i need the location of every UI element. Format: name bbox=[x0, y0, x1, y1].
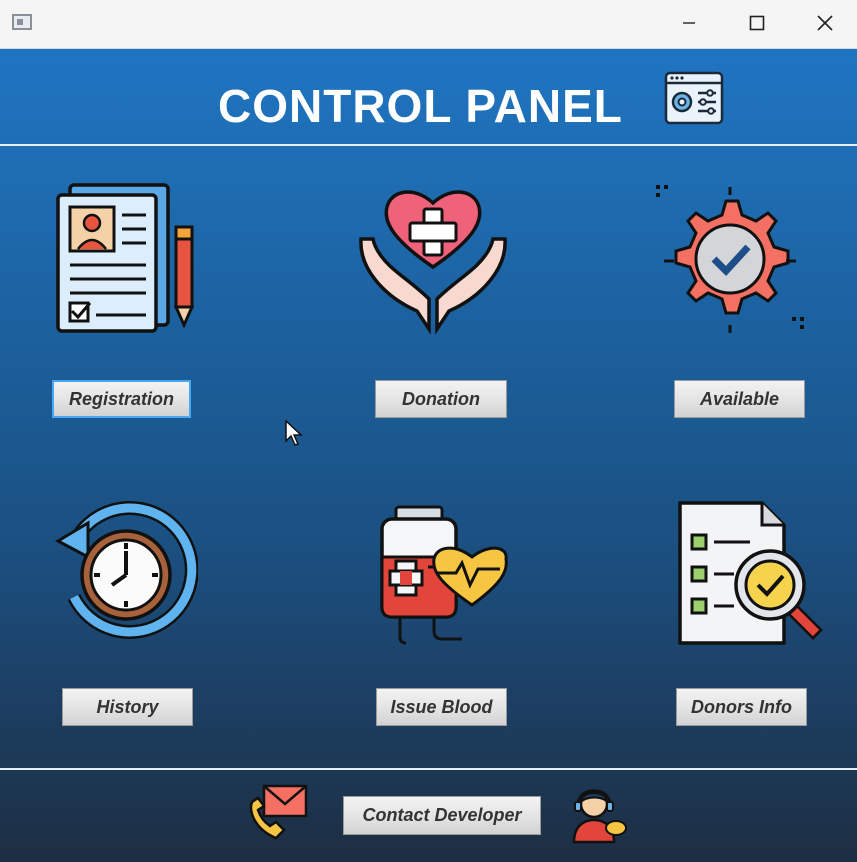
donation-heart-hands-icon bbox=[359, 190, 507, 335]
available-button[interactable]: Available bbox=[674, 380, 805, 418]
app-window-icon bbox=[12, 14, 32, 30]
maximize-icon bbox=[749, 15, 765, 31]
history-clock-icon bbox=[54, 500, 198, 639]
page-title: CONTROL PANEL bbox=[218, 80, 623, 132]
contact-developer-button[interactable]: Contact Developer bbox=[343, 796, 541, 835]
document-search-icon bbox=[678, 501, 823, 645]
mouse-cursor-icon bbox=[285, 419, 303, 446]
registration-button[interactable]: Registration bbox=[52, 380, 191, 418]
registration-form-icon bbox=[56, 183, 195, 333]
phone-mail-icon bbox=[249, 784, 308, 840]
settings-window-icon bbox=[664, 71, 724, 125]
app-window: CONTROL PANEL Registration Donation Avai… bbox=[0, 0, 857, 862]
title-bar bbox=[0, 0, 857, 49]
history-button[interactable]: History bbox=[62, 688, 193, 726]
minimize-icon bbox=[683, 22, 695, 24]
donation-button[interactable]: Donation bbox=[375, 380, 507, 418]
footer-divider bbox=[0, 768, 857, 770]
close-icon bbox=[817, 15, 833, 31]
support-agent-icon bbox=[572, 789, 627, 844]
minimize-button[interactable] bbox=[666, 6, 712, 40]
gear-check-icon bbox=[656, 185, 804, 333]
header-divider bbox=[0, 144, 857, 146]
close-button[interactable] bbox=[802, 6, 848, 40]
issue-blood-button[interactable]: Issue Blood bbox=[376, 688, 507, 726]
maximize-button[interactable] bbox=[734, 6, 780, 40]
control-panel: CONTROL PANEL Registration Donation Avai… bbox=[0, 49, 857, 862]
blood-bag-icon bbox=[380, 505, 508, 645]
donors-info-button[interactable]: Donors Info bbox=[676, 688, 807, 726]
